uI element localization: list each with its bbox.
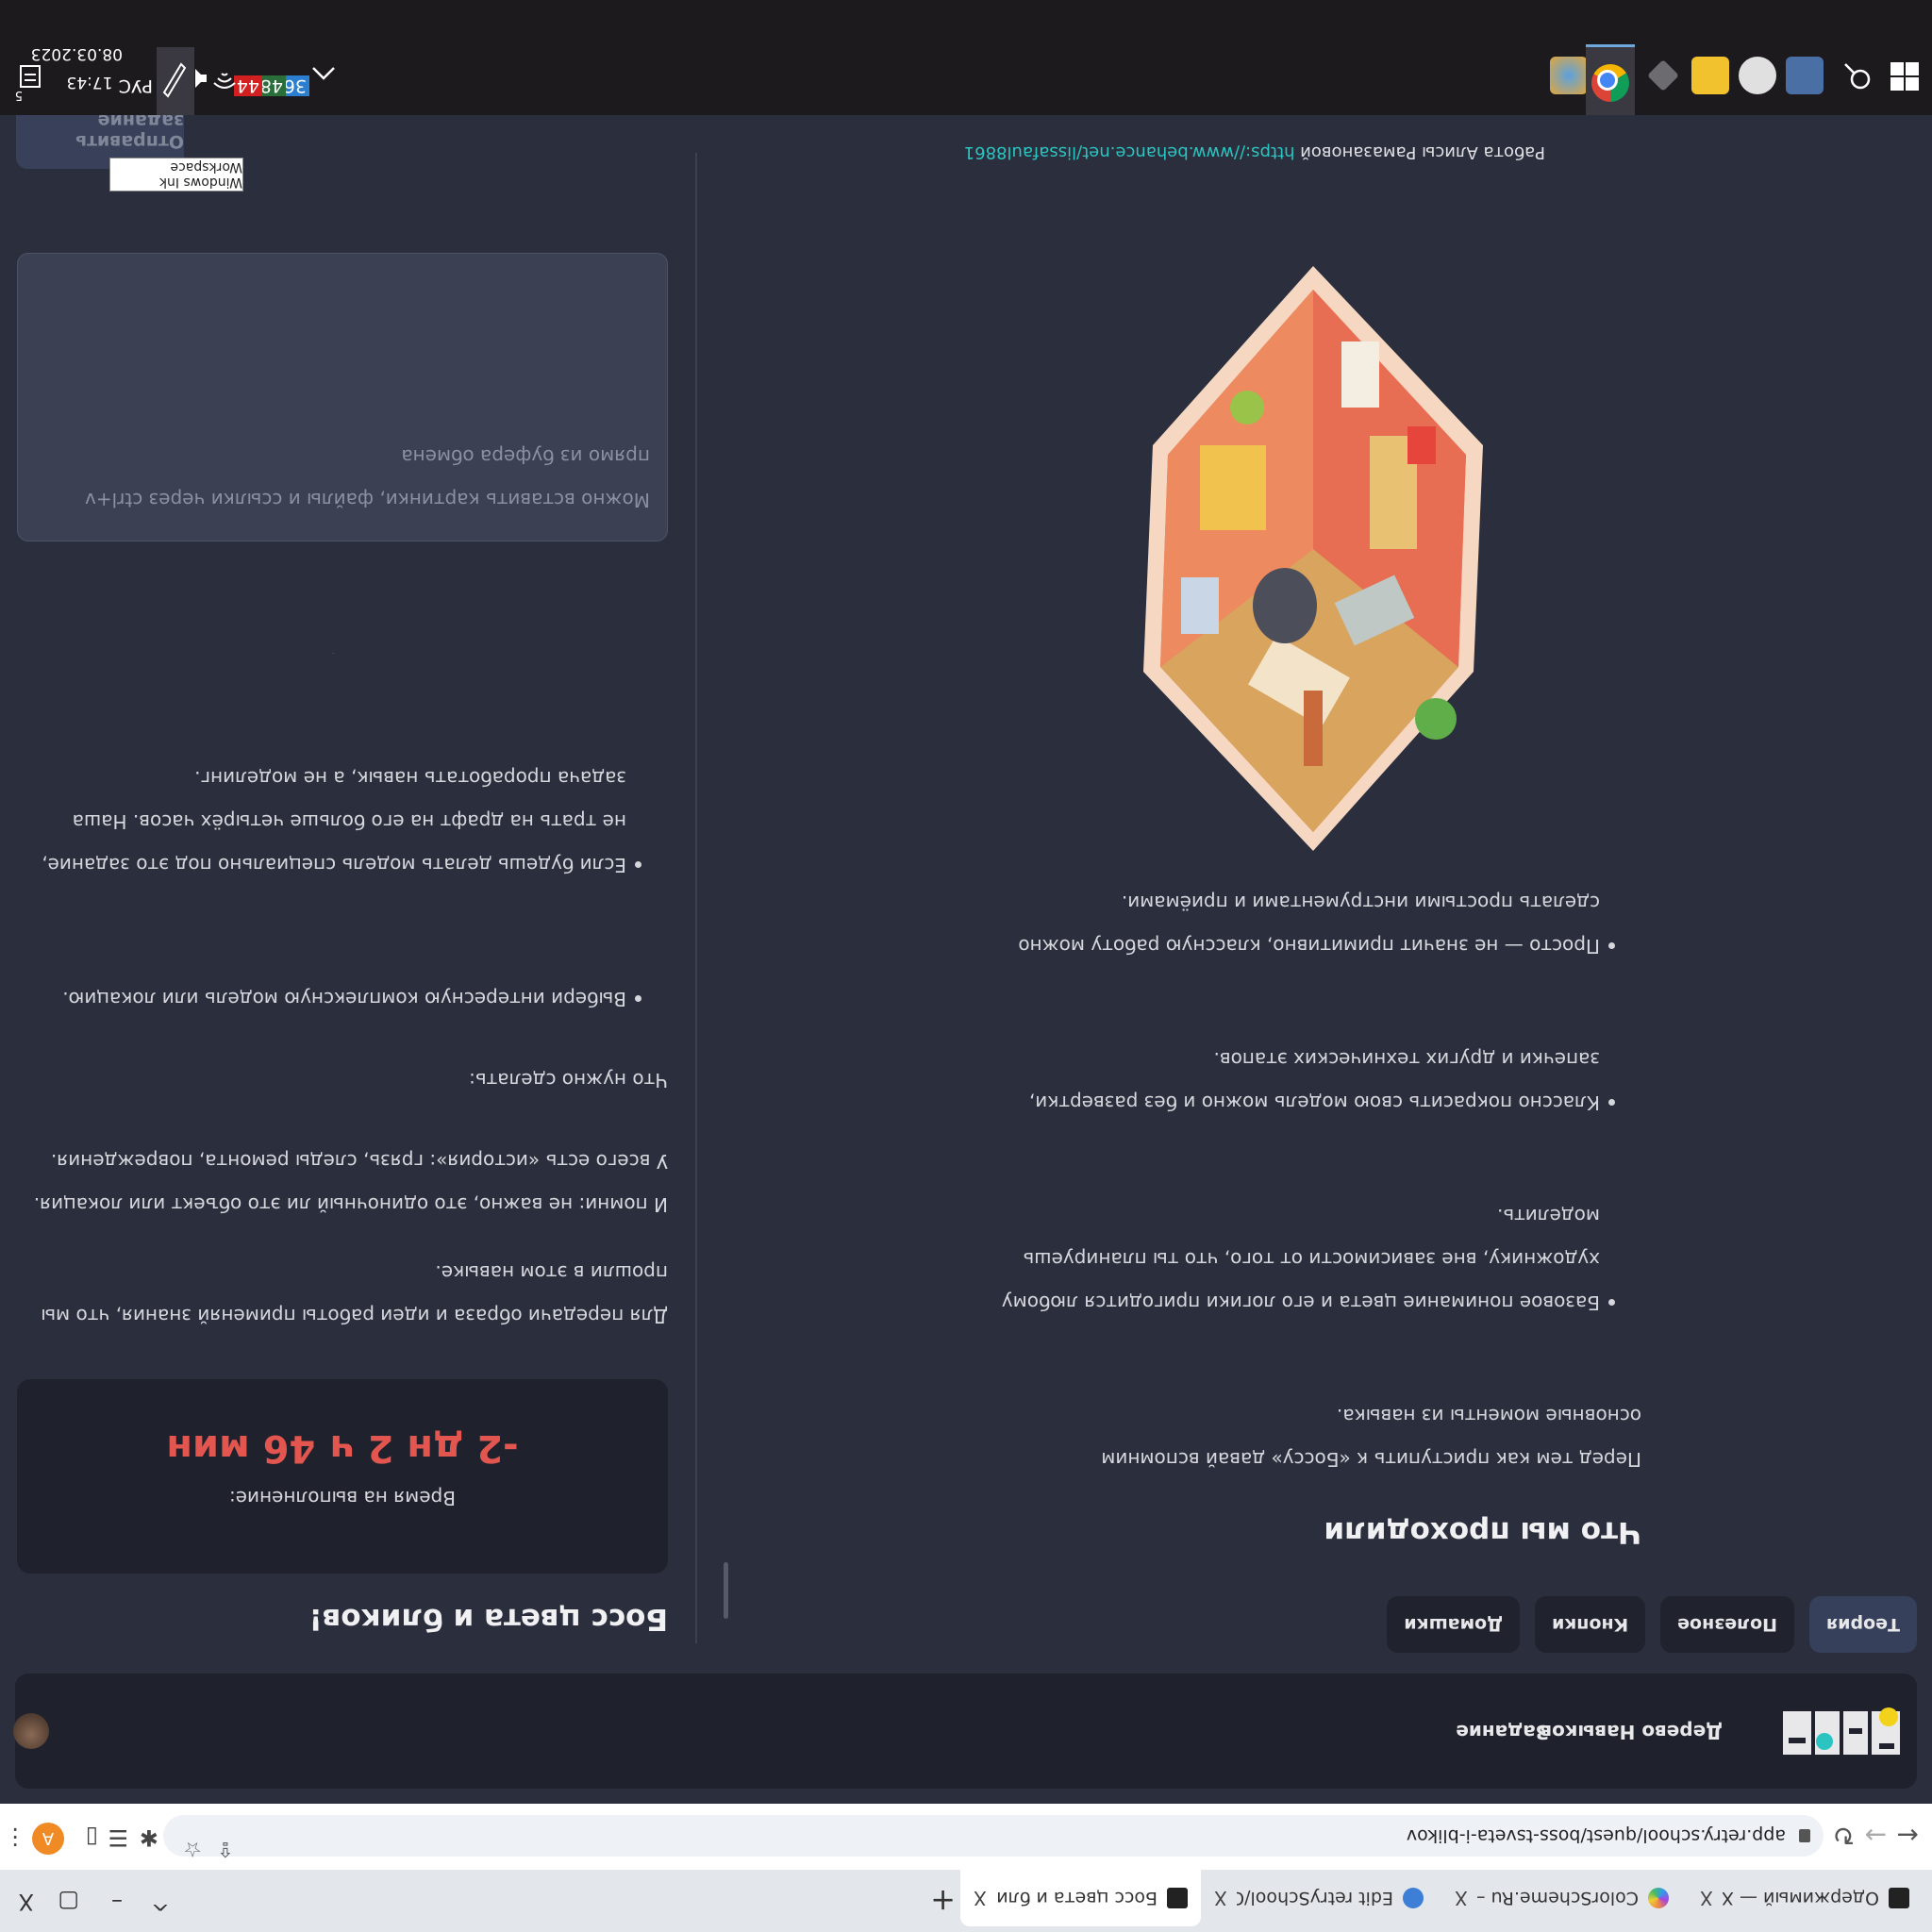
share-icon[interactable]: ⇪	[217, 1837, 234, 1860]
browser-tab[interactable]: Одержимый — Хозяин Сно X	[1687, 1870, 1923, 1926]
task-title: Босс цвета и бликов!	[308, 1602, 668, 1636]
deadline-timer: Время на выполнение: -2 дн 2 ч 46 мин	[17, 1379, 668, 1574]
menu-kebab-icon[interactable]: ⋮	[4, 1824, 26, 1851]
pen-icon	[162, 62, 187, 98]
screen: Одержимый — Хозяин Сно X ColorScheme.Ru …	[0, 0, 1932, 1932]
calculator-icon[interactable]	[1786, 57, 1824, 94]
clock-app-icon[interactable]	[1739, 57, 1776, 94]
theory-bullets: Базовое понимание цвета и его логики при…	[717, 881, 1600, 1324]
clock[interactable]: 17:43 08.03.2023	[31, 40, 123, 96]
close-tab-icon[interactable]: X	[1700, 1887, 1713, 1909]
task-panel: Босс цвета и бликов! Время на выполнение…	[17, 653, 668, 1653]
colorscheme-icon	[1648, 1888, 1669, 1908]
tab-theory[interactable]: Теория	[1808, 1596, 1917, 1653]
theory-panel: Что мы проходили Перед тем как приступит…	[717, 811, 1641, 1568]
list-item: Выбери интересную комплексную модель или…	[17, 977, 626, 1021]
content-tabs: Теория Полезное Кнопки Домашки	[1387, 1596, 1917, 1653]
list-item: Просто — не значит примитивно, классную …	[977, 881, 1600, 968]
close-window-button[interactable]: X	[19, 1889, 34, 1915]
browser-tab[interactable]: ColorScheme.Ru — Цветовой к X	[1441, 1870, 1682, 1926]
language-indicator[interactable]: РУС	[119, 75, 153, 96]
taskbar-chrome-active[interactable]	[1586, 44, 1635, 115]
retry-school-favicon	[1167, 1888, 1188, 1908]
minimize-button[interactable]: –	[111, 1889, 123, 1915]
close-tab-icon[interactable]: X	[1455, 1887, 1468, 1909]
close-tab-icon[interactable]: X	[1214, 1887, 1227, 1909]
image-credit: Работа Алисы Рамазановой https://www.beh…	[963, 142, 1545, 162]
address-bar[interactable]: app.retry.school/quest/boss-tsveta-i-bli…	[163, 1815, 1824, 1857]
browser-tab-active[interactable]: Босс цвета и бликов! X	[960, 1870, 1201, 1926]
list-item: Базовое понимание цвета и его логики при…	[977, 1194, 1600, 1324]
tab-search-chevron-icon[interactable]: ^	[151, 1889, 170, 1915]
tab-buttons[interactable]: Кнопки	[1535, 1596, 1646, 1653]
browser-tabstrip: Одержимый — Хозяин Сно X ColorScheme.Ru …	[0, 1870, 1932, 1932]
restore-button[interactable]: ▢	[58, 1889, 79, 1915]
task-description: Для передачи образа и идеи работы примен…	[41, 1261, 668, 1327]
list-item: Если будешь делать модель специально под…	[17, 757, 626, 887]
todo-list: Выбери интересную комплексную модель или…	[17, 757, 626, 1021]
youtube-play-icon	[1889, 1888, 1909, 1908]
new-tab-button[interactable]: +	[930, 1883, 956, 1919]
chevron-up-icon[interactable]	[309, 58, 338, 87]
wifi-icon[interactable]	[210, 64, 239, 92]
browser-toolbar: ← → ↻ app.retry.school/quest/boss-tsveta…	[0, 1803, 1932, 1870]
timer-label: Время на выполнение:	[228, 1487, 457, 1509]
forward-arrow-icon[interactable]: →	[1865, 1820, 1887, 1851]
profile-avatar[interactable]: A	[32, 1823, 64, 1855]
timer-value: -2 дн 2 ч 46 мин	[166, 1426, 519, 1470]
left-scrollbar[interactable]	[724, 1562, 728, 1619]
browser-tab[interactable]: Edit retrySchool/ColorBoss - Sketc X	[1201, 1870, 1437, 1926]
back-arrow-icon[interactable]: ←	[1897, 1820, 1919, 1851]
windows-taskbar: 36 48 44 РУС 17:43 08.03.2023 5	[0, 0, 1932, 115]
answer-input[interactable]: Можно вставить картинки, файлы и ссылки …	[17, 253, 668, 541]
windows-start-icon[interactable]	[1889, 60, 1921, 92]
section-title: Что мы проходили	[1324, 1515, 1641, 1549]
search-icon[interactable]	[1841, 60, 1874, 92]
app-header: Дерево Навыков Задание	[13, 1674, 1917, 1789]
taskbar-tooltip: Windows Ink Workspace	[109, 158, 243, 192]
lock-icon	[1799, 1829, 1810, 1842]
url-text[interactable]: app.retry.school/quest/boss-tsveta-i-bli…	[1407, 1825, 1786, 1846]
intro-text: Перед тем как приступить к «Боссу» давай…	[1101, 1405, 1641, 1471]
close-tab-icon[interactable]: X	[974, 1887, 987, 1909]
paint-app-icon[interactable]	[1550, 57, 1588, 94]
sketchfab-icon	[1403, 1888, 1424, 1908]
behance-link[interactable]: https://www.behance.net/lissafaul8861	[964, 142, 1295, 162]
list-item-cut: Перед покраской модели добавь в оформлен…	[17, 653, 626, 666]
nav-skill-tree[interactable]: Дерево Навыков	[1540, 1721, 1723, 1743]
list-item: Классно покрасить свою модель можно и бе…	[977, 1038, 1600, 1124]
tab-useful[interactable]: Полезное	[1660, 1596, 1794, 1653]
reload-icon[interactable]: ↻	[1833, 1820, 1855, 1851]
nav-task[interactable]: Задание	[1456, 1721, 1549, 1743]
extensions-puzzle-icon[interactable]: ✱	[140, 1824, 158, 1851]
user-avatar[interactable]	[13, 1713, 49, 1749]
answer-placeholder: Можно вставить картинки, файлы и ссылки …	[85, 445, 650, 511]
windows-ink-button[interactable]	[157, 47, 194, 115]
retry-logo[interactable]	[1777, 1704, 1900, 1762]
bookmark-star-icon[interactable]: ☆	[183, 1837, 202, 1860]
side-panel-icon[interactable]: ▯	[86, 1824, 98, 1851]
column-divider	[695, 153, 697, 1643]
isometric-room-illustration	[1143, 266, 1483, 851]
file-explorer-icon[interactable]	[1691, 57, 1729, 94]
todo-title: Что нужно сделать:	[469, 1069, 668, 1091]
tab-homework[interactable]: Домашки	[1387, 1596, 1521, 1653]
tool-app-icon[interactable]	[1647, 59, 1679, 92]
reading-list-icon[interactable]: ☰	[108, 1824, 128, 1851]
page-content: Дерево Навыков Задание Теория Полезное К…	[0, 93, 1932, 1804]
notification-count: 5	[14, 88, 23, 102]
task-description-story: И помни: не важно, это одиночный ли это …	[33, 1150, 668, 1216]
